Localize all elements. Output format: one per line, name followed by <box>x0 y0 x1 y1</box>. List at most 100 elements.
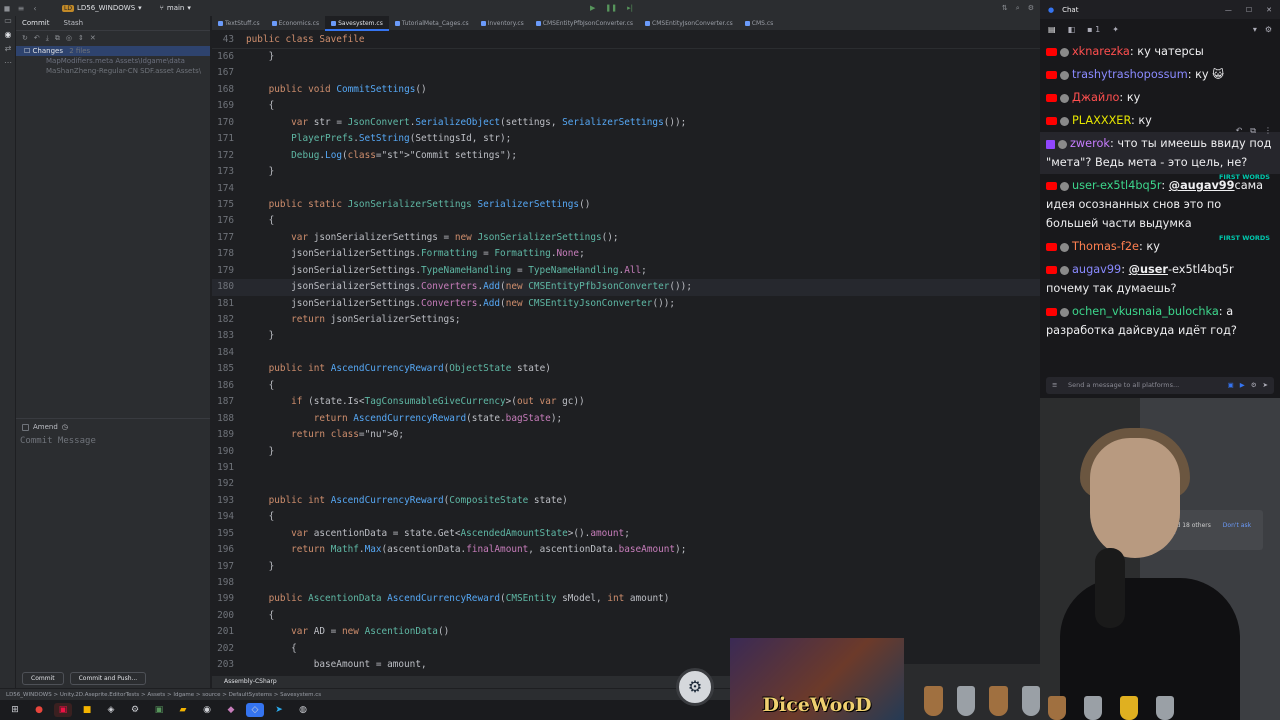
settings-icon[interactable]: ⚙ <box>126 703 144 717</box>
chat-message[interactable]: xknarezka: ку чатерсы <box>1040 40 1280 63</box>
checkbox-icon[interactable]: ☐ <box>24 47 30 55</box>
obs-icon[interactable]: ◉ <box>198 703 216 717</box>
project-selector[interactable]: LD LD56_WINDOWS ▾ <box>62 4 142 12</box>
code-line[interactable]: 169 { <box>212 98 1040 114</box>
vs-icon[interactable]: ◇ <box>246 703 264 717</box>
chat-message[interactable]: FIRST WORDS Thomas-f2e: ку <box>1040 234 1280 258</box>
minimize-icon[interactable]: — <box>1225 6 1232 14</box>
activity-icon[interactable]: ◧ <box>1068 25 1076 34</box>
settings-icon[interactable]: ⚙ <box>1028 4 1034 13</box>
files-icon[interactable]: ■ <box>78 703 96 717</box>
viewers-icon[interactable]: ▪ 1 <box>1087 25 1100 34</box>
chat-username[interactable]: PLAXXXER <box>1072 114 1131 127</box>
code-line[interactable]: 182 return jsonSerializerSettings; <box>212 312 1040 328</box>
telegram-icon[interactable]: ➤ <box>270 703 288 717</box>
pause-icon[interactable]: ❚❚ <box>605 4 617 12</box>
settings-icon[interactable]: ⚙ <box>1265 25 1272 34</box>
code-editor[interactable]: 43 public class Savefile 166 } 167 168 pub… <box>212 31 1040 676</box>
vcs-icon[interactable]: ⇅ <box>1002 4 1008 13</box>
code-line[interactable]: 201 var AD = new AscentionData() <box>212 624 1040 640</box>
reply-icon[interactable]: ↶ <box>1236 121 1243 140</box>
chat-message[interactable]: trashytrashopossum: ку 😺 <box>1040 63 1280 86</box>
code-line[interactable]: 186 { <box>212 378 1040 394</box>
code-line[interactable]: 199 public AscentionData AscendCurrencyR… <box>212 591 1040 607</box>
more-icon[interactable]: ⋯ <box>0 58 16 72</box>
code-line[interactable]: 185 public int AscendCurrencyReward(Obje… <box>212 361 1040 377</box>
code-line[interactable]: 188 return AscendCurrencyReward(state.ba… <box>212 411 1040 427</box>
copy-icon[interactable]: ⧉ <box>1250 121 1256 140</box>
diff-icon[interactable]: ⧉ <box>55 34 60 43</box>
magic-icon[interactable]: ✦ <box>1112 25 1119 34</box>
rider-icon[interactable]: ◆ <box>222 703 240 717</box>
code-line[interactable]: 200 { <box>212 608 1040 624</box>
maximize-icon[interactable]: ☐ <box>1246 6 1252 14</box>
chat-username[interactable]: user-ex5tl4bq5r <box>1072 179 1161 192</box>
code-line[interactable]: 176 { <box>212 213 1040 229</box>
code-line[interactable]: 174 <box>212 181 1040 197</box>
chat-message[interactable]: Джайло: ку <box>1040 86 1280 109</box>
tab-cms[interactable]: CMS.cs <box>739 16 780 31</box>
commit-icon[interactable]: ◉ <box>0 30 16 44</box>
collapse-icon[interactable]: ✕ <box>90 34 96 43</box>
tab-savesystem[interactable]: Savesystem.cs <box>325 15 389 31</box>
changed-file[interactable]: MaShanZheng-Regular-CN SDF.asset Assets\ <box>16 66 210 76</box>
commit-and-push-button[interactable]: Commit and Push... <box>69 672 147 685</box>
code-line[interactable]: 193 public int AscendCurrencyReward(Comp… <box>212 493 1040 509</box>
code-line[interactable]: 195 var ascentionData = state.Get<Ascend… <box>212 526 1040 542</box>
code-line[interactable]: 172 Debug.Log(class="st">"Commit setting… <box>212 148 1040 164</box>
code-line[interactable]: 184 <box>212 345 1040 361</box>
close-icon[interactable]: ✕ <box>1266 6 1272 14</box>
tab-tutorialmeta[interactable]: TutorialMeta_Cages.cs <box>389 16 475 31</box>
chat-username[interactable]: Thomas-f2e <box>1072 240 1139 253</box>
tab-cmsentitypfb[interactable]: CMSEntityPfbJsonConverter.cs <box>530 16 639 31</box>
unity-icon[interactable]: ◈ <box>102 703 120 717</box>
code-line[interactable]: 196 return Mathf.Max(ascentionData.final… <box>212 542 1040 558</box>
sticky-header[interactable]: 43 public class Savefile <box>212 31 1040 49</box>
code-line[interactable]: 170 var str = JsonConvert.SerializeObjec… <box>212 115 1040 131</box>
more-icon[interactable]: ⋮ <box>1264 121 1272 140</box>
folder-icon[interactable]: ▭ <box>0 16 16 30</box>
refresh-icon[interactable]: ↻ <box>22 34 28 43</box>
chat-username[interactable]: ochen_vkusnaia_bulochka <box>1072 305 1219 318</box>
code-line[interactable]: 173 } <box>212 164 1040 180</box>
code-line[interactable]: 202 { <box>212 641 1040 657</box>
settings-icon[interactable]: ⚙ <box>1251 377 1257 394</box>
branch-selector[interactable]: ⑂ main ▾ <box>160 4 191 12</box>
download-icon[interactable]: ⤓ <box>46 34 49 43</box>
code-line[interactable]: 181 jsonSerializerSettings.Converters.Ad… <box>212 296 1040 312</box>
platform-icon[interactable]: ▣ <box>1228 377 1234 394</box>
tab-stash[interactable]: Stash <box>64 19 84 27</box>
search-icon[interactable]: ⌕ <box>1016 4 1020 13</box>
code-line[interactable]: 190 } <box>212 444 1040 460</box>
code-line[interactable]: 187 if (state.Is<TagConsumableGiveCurren… <box>212 394 1040 410</box>
chat-message[interactable]: FIRST WORDS user-ex5tl4bq5r: @augav99сама… <box>1040 173 1280 235</box>
chat-input[interactable]: ≡ Send a message to all platforms... ▣ ▶… <box>1046 377 1274 394</box>
amend-row[interactable]: Amend ◷ <box>16 418 210 435</box>
app-icon[interactable]: ▣ <box>54 703 72 717</box>
code-line[interactable]: 189 return class="nu">0; <box>212 427 1040 443</box>
changed-file[interactable]: MapModifiers.meta Assets\Idgame\data <box>16 56 210 66</box>
code-line[interactable]: 198 <box>212 575 1040 591</box>
chat-message[interactable]: augav99: @user-ex5tl4bq5r почему так дум… <box>1040 258 1280 300</box>
expand-icon[interactable]: ⇕ <box>78 34 84 43</box>
code-line[interactable]: 171 PlayerPrefs.SetString(SettingsId, st… <box>212 131 1040 147</box>
amend-checkbox[interactable] <box>22 423 29 431</box>
windows-start-icon[interactable]: ⊞ <box>6 703 24 717</box>
folder-icon[interactable]: ▰ <box>174 703 192 717</box>
pull-requests-icon[interactable]: ⇄ <box>0 44 16 58</box>
clock-icon[interactable]: ◷ <box>62 423 68 431</box>
chat-username[interactable]: zwerok <box>1070 137 1110 150</box>
code-line[interactable]: 166 } <box>212 49 1040 65</box>
tab-economics[interactable]: Economics.cs <box>266 16 326 31</box>
tab-cmsentityjson[interactable]: CMSEntityJsonConverter.cs <box>639 16 739 31</box>
filter-icon[interactable]: ▾ <box>1253 25 1257 34</box>
rollback-icon[interactable]: ↶ <box>34 34 40 43</box>
terminal-icon[interactable]: ▣ <box>150 703 168 717</box>
code-line[interactable]: 191 <box>212 460 1040 476</box>
code-body[interactable]: 166 } 167 168 public void CommitSettings()… <box>212 49 1040 674</box>
tab-inventory[interactable]: Inventory.cs <box>475 16 530 31</box>
steam-icon[interactable]: ◍ <box>294 703 312 717</box>
commit-message-field[interactable]: Commit Message <box>20 436 206 446</box>
chat-message[interactable]: ochen_vkusnaia_bulochka: а разработка да… <box>1040 300 1280 342</box>
eye-icon[interactable]: ◎ <box>66 34 72 43</box>
